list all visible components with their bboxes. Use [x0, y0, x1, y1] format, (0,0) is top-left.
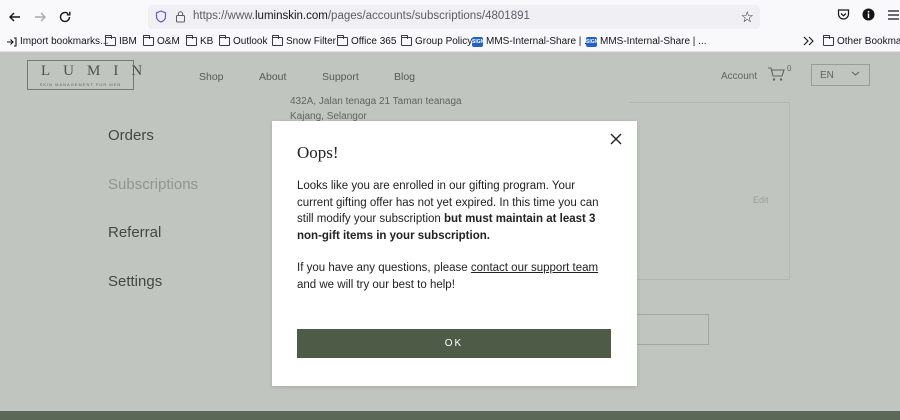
bookmark-folder-kb[interactable]: KB — [186, 35, 213, 47]
ok-button[interactable]: OK — [297, 329, 611, 358]
forward-icon[interactable] — [28, 5, 52, 29]
bookmark-folder-group-policy[interactable]: Group Policy — [401, 35, 472, 47]
folder-icon — [105, 35, 116, 46]
pocket-icon[interactable] — [837, 8, 850, 26]
bookmark-import[interactable]: Import bookmarks... — [6, 36, 108, 47]
folder-icon — [337, 35, 348, 46]
back-icon[interactable] — [3, 5, 27, 29]
bookmark-folder-other[interactable]: Other Bookmarks — [823, 35, 900, 47]
bookmark-folder-snow-filter[interactable]: Snow Filter — [272, 35, 336, 47]
contact-support-link[interactable]: contact our support team — [471, 262, 598, 274]
folder-icon — [143, 35, 154, 46]
modal-paragraph-2: If you have any questions, please contac… — [297, 262, 599, 291]
modal-title: Oops! — [297, 143, 339, 162]
bookmark-folder-om[interactable]: O&M — [143, 35, 180, 47]
tracking-shield-icon[interactable] — [155, 10, 167, 28]
bookmark-mms-share-1[interactable]: SIGN MMS-Internal-Share | ... — [472, 36, 593, 47]
folder-icon — [401, 35, 412, 46]
modal-paragraph-1: Looks like you are enrolled in our gifti… — [297, 180, 599, 242]
modal-body: Looks like you are enrolled in our gifti… — [297, 178, 612, 293]
account-info-icon[interactable] — [862, 8, 875, 26]
bookmarks-overflow-icon[interactable] — [803, 36, 814, 46]
lock-icon[interactable] — [175, 10, 186, 28]
gifting-modal: Oops! Looks like you are enrolled in our… — [272, 121, 637, 386]
folder-icon — [272, 35, 283, 46]
folder-icon — [219, 35, 230, 46]
bookmarks-bar: Import bookmarks... IBM O&M KB Outlook S… — [0, 33, 900, 52]
import-icon — [6, 36, 17, 47]
reload-icon[interactable] — [53, 5, 77, 29]
folder-icon — [186, 35, 197, 46]
url-text: https://www.luminskin.com/pages/accounts… — [193, 10, 530, 22]
sharepoint-icon: SIGN — [472, 36, 485, 47]
bookmark-mms-share-2[interactable]: SIGN MMS-Internal-Share | ... — [586, 36, 707, 47]
menu-icon[interactable] — [888, 8, 899, 26]
close-icon[interactable] — [609, 132, 623, 146]
bookmark-star-icon[interactable]: ☆ — [741, 8, 754, 26]
bookmark-folder-ibm[interactable]: IBM — [105, 35, 137, 47]
address-bar[interactable]: https://www.luminskin.com/pages/accounts… — [148, 5, 760, 29]
folder-icon — [823, 35, 834, 46]
browser-toolbar: https://www.luminskin.com/pages/accounts… — [0, 0, 900, 33]
sharepoint-icon: SIGN — [586, 36, 599, 47]
bookmark-folder-outlook[interactable]: Outlook — [219, 35, 267, 47]
bookmark-folder-office-365[interactable]: Office 365 — [337, 35, 396, 47]
